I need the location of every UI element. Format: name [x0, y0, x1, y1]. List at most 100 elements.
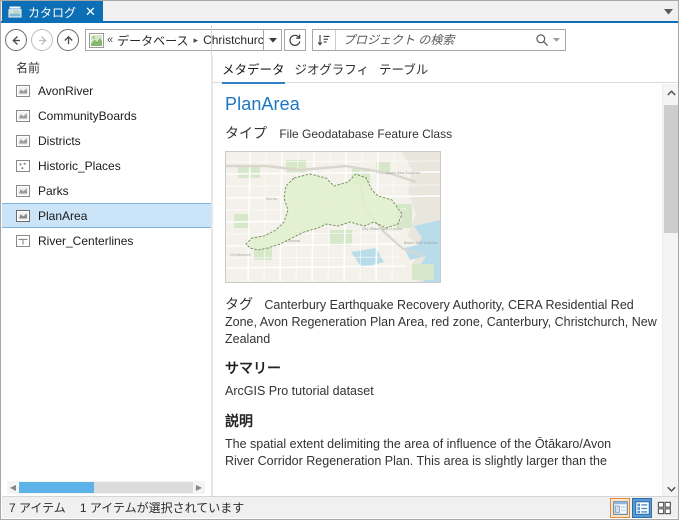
project-icon [89, 32, 104, 48]
scroll-thumb[interactable] [664, 105, 678, 233]
view-mode-buttons [608, 498, 674, 518]
svg-text:Beach Surf Brighton: Beach Surf Brighton [404, 241, 438, 245]
metadata-panel: メタデータ ジオグラフィ テーブル PlanArea タイプ File Geod… [213, 56, 678, 497]
close-icon[interactable]: ✕ [85, 6, 96, 19]
search-box[interactable] [312, 29, 566, 51]
type-field: タイプ File Geodatabase Feature Class [225, 125, 661, 143]
sort-ascending-icon [317, 35, 330, 46]
refresh-icon [289, 34, 301, 46]
polygon-feature-class-icon [15, 133, 31, 149]
breadcrumb-segment-gdb[interactable]: ChristchurchData.gdb [203, 33, 263, 47]
toolbar-divider [211, 25, 212, 56]
refresh-button[interactable] [284, 29, 306, 51]
tree-item-label: CommunityBoards [38, 108, 137, 123]
tab-table[interactable]: テーブル [379, 56, 428, 82]
polygon-feature-class-icon [15, 83, 31, 99]
chevron-up-icon[interactable] [663, 84, 678, 101]
breadcrumb-overflow[interactable]: « [107, 34, 113, 46]
triangle-left-icon[interactable]: ◀ [7, 483, 19, 492]
breadcrumb[interactable]: « データベース ▸ ChristchurchData.gdb [85, 29, 263, 51]
tags-value: Canterbury Earthquake Recovery Authority… [225, 298, 657, 346]
chevron-down-icon [268, 37, 277, 43]
tags-field: タグ Canterbury Earthquake Recovery Author… [225, 294, 661, 348]
summary-text: ArcGIS Pro tutorial dataset [225, 384, 374, 398]
tree-item-river-centerlines[interactable]: River_Centerlines [2, 228, 211, 253]
polygon-feature-class-icon [15, 108, 31, 124]
svg-text:Shirley: Shirley [266, 197, 278, 201]
up-button[interactable] [57, 29, 79, 51]
tree-item-communityboards[interactable]: CommunityBoards [2, 103, 211, 128]
forward-button [31, 29, 53, 51]
contents-panel: 名前 AvonRiver CommunityBoards Districts H… [2, 56, 211, 497]
tab-catalog[interactable]: カタログ ✕ [2, 1, 103, 23]
polygon-feature-class-icon [15, 208, 31, 224]
search-button[interactable] [531, 30, 553, 50]
tree-item-label: AvonRiver [38, 83, 94, 98]
catalog-window: カタログ ✕ « データベース ▸ Christchur プロジェクト の検索 … [0, 0, 679, 520]
arrow-left-icon [11, 35, 20, 45]
arrow-up-icon [63, 35, 73, 44]
tile-view-button[interactable] [654, 498, 674, 518]
metadata-tabs: メタデータ ジオグラフィ テーブル [213, 56, 678, 84]
description-heading: 説明 [225, 413, 253, 429]
item-count-label: 7 アイテム [9, 501, 66, 515]
svg-text:Linwood: Linwood [286, 239, 300, 243]
type-label: タイプ [225, 125, 267, 141]
svg-text:City Water Sport Centre: City Water Sport Centre [362, 227, 402, 231]
item-tree: AvonRiver CommunityBoards Districts Hist… [2, 78, 211, 474]
catalog-icon [7, 4, 23, 20]
tree-item-label: Parks [38, 183, 69, 198]
metadata-content: PlanArea タイプ File Geodatabase Feature Cl… [213, 84, 661, 497]
back-button[interactable] [5, 29, 27, 51]
line-feature-class-icon [15, 233, 31, 249]
navigation-toolbar: « データベース ▸ ChristchurchData.gdb [1, 25, 678, 55]
tile-view-icon [657, 501, 671, 515]
breadcrumb-segment-database[interactable]: データベース [117, 32, 188, 49]
triangle-right-icon[interactable]: ▶ [193, 483, 205, 492]
tree-item-historic-places[interactable]: Historic_Places [2, 153, 211, 178]
tree-item-parks[interactable]: Parks [2, 178, 211, 203]
list-view-button[interactable] [632, 498, 652, 518]
point-feature-class-icon [15, 158, 31, 174]
chevron-down-icon[interactable] [663, 480, 678, 497]
scroll-track[interactable] [664, 101, 678, 480]
status-bar: 7 アイテム 1 アイテムが選択されています [2, 496, 678, 518]
tree-item-label: Districts [38, 133, 81, 148]
horizontal-scrollbar[interactable]: ◀ ▶ [7, 481, 205, 494]
tab-geography[interactable]: ジオグラフィ [295, 56, 370, 82]
arrow-right-icon [38, 35, 47, 45]
breadcrumb-separator-icon: ▸ [193, 34, 199, 45]
thumbnail-image: South New Brighton Shirley Linwood Chris… [225, 151, 441, 283]
type-value: File Geodatabase Feature Class [279, 127, 453, 141]
details-panel-icon [612, 501, 628, 515]
search-options-chevron-down-icon[interactable] [553, 37, 560, 44]
tags-label: タグ [225, 296, 253, 312]
tree-item-planarea[interactable]: PlanArea [2, 203, 211, 228]
tree-item-avonriver[interactable]: AvonRiver [2, 78, 211, 103]
column-header-name[interactable]: 名前 [2, 56, 211, 78]
scroll-thumb[interactable] [19, 482, 94, 493]
vertical-scrollbar[interactable] [662, 84, 678, 497]
tree-item-label: PlanArea [38, 208, 88, 223]
scroll-track[interactable] [19, 482, 193, 493]
details-view-button[interactable] [610, 498, 630, 518]
tree-item-districts[interactable]: Districts [2, 128, 211, 153]
tree-item-label: River_Centerlines [38, 233, 134, 248]
search-input[interactable] [336, 32, 531, 48]
svg-text:South New Brighton: South New Brighton [386, 171, 420, 175]
description-text: The spatial extent delimiting the area o… [225, 437, 612, 468]
list-view-icon [634, 501, 650, 515]
tab-strip: カタログ ✕ [1, 1, 678, 23]
breadcrumb-dropdown-button[interactable] [263, 29, 282, 51]
sort-button[interactable] [313, 30, 336, 50]
summary-heading: サマリー [225, 360, 281, 376]
magnifier-icon [536, 34, 549, 47]
tab-metadata[interactable]: メタデータ [222, 56, 285, 84]
page-title: PlanArea [225, 94, 300, 114]
polygon-feature-class-icon [15, 183, 31, 199]
tree-item-label: Historic_Places [38, 158, 121, 173]
tab-label: カタログ [28, 5, 77, 20]
chevron-down-icon[interactable] [660, 4, 676, 20]
selection-label: 1 アイテムが選択されています [79, 501, 245, 515]
svg-text:Christchurch: Christchurch [230, 253, 251, 257]
